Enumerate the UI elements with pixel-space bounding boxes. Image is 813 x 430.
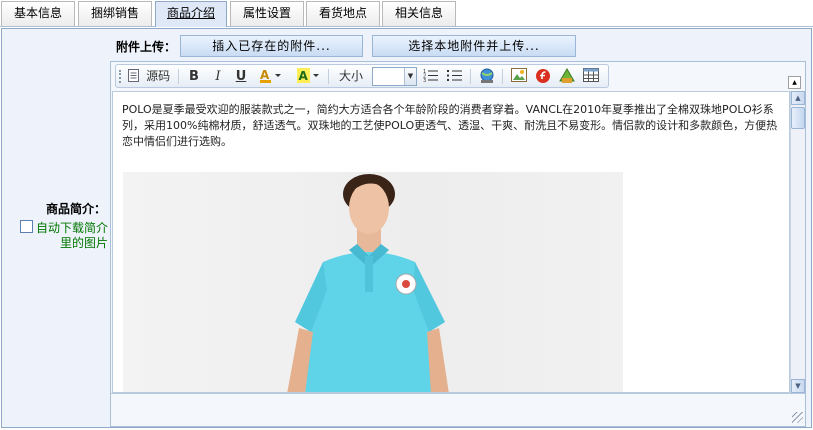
product-photo <box>123 172 623 392</box>
font-size-label: 大小 <box>338 69 363 83</box>
globe-link-icon <box>480 68 494 83</box>
tab-related-info[interactable]: 相关信息 <box>382 1 456 26</box>
tab-bar: 基本信息 捆绑销售 商品介绍 属性设置 看货地点 相关信息 <box>0 0 813 27</box>
upload-label: 附件上传： <box>116 40 177 54</box>
toolbar-separator <box>328 69 329 84</box>
bold-button[interactable]: B <box>186 68 202 85</box>
toolbar-separator <box>178 69 179 84</box>
tab-bundle-sale[interactable]: 捆绑销售 <box>78 1 152 26</box>
editor-statusbar <box>111 393 805 426</box>
toolbar-separator <box>470 69 471 84</box>
insert-flash-button[interactable] <box>534 68 552 85</box>
tab-basic-info[interactable]: 基本信息 <box>1 1 75 26</box>
editor-scrollbar[interactable]: ▲ ▼ <box>790 91 805 393</box>
source-icon <box>128 69 139 82</box>
highlight-icon: A <box>297 68 319 83</box>
scroll-down-button[interactable]: ▼ <box>791 379 805 393</box>
underline-button[interactable]: U <box>233 68 249 85</box>
flash-icon <box>536 69 550 83</box>
auto-download-label: 自动下载简介里的图片 <box>35 221 108 250</box>
source-button[interactable]: 源码 <box>128 68 174 85</box>
upload-local-attachment-button[interactable]: 选择本地附件并上传... <box>372 35 576 57</box>
ordered-list-button[interactable]: 123 <box>422 68 440 85</box>
insert-media-button[interactable] <box>558 68 576 85</box>
svg-text:3: 3 <box>423 78 426 82</box>
auto-download-checkbox[interactable] <box>19 220 33 233</box>
rich-text-editor: 源码 B I U A A 大小 ▼ 123 ▲ POLO是夏季最受欢迎的服装款式… <box>110 61 806 427</box>
label-column: 商品简介： 自动下载简介里的图片 <box>2 29 110 427</box>
scroll-thumb[interactable] <box>791 107 805 129</box>
italic-button[interactable]: I <box>210 68 226 85</box>
media-icon <box>559 68 575 83</box>
collapse-toolbar-button[interactable]: ▲ <box>788 76 801 89</box>
insert-link-button[interactable] <box>478 68 496 85</box>
toolbar-separator <box>502 69 503 84</box>
highlight-color-button[interactable]: A <box>296 68 322 85</box>
unordered-list-icon <box>447 70 462 81</box>
tab-product-intro[interactable]: 商品介绍 <box>155 1 227 27</box>
tab-viewing-location[interactable]: 看货地点 <box>306 1 380 26</box>
font-color-icon: A <box>260 68 281 83</box>
intro-paragraph: POLO是夏季最受欢迎的服装款式之一，简约大方适合各个年龄阶段的消费者穿着。VA… <box>122 103 778 148</box>
table-icon <box>583 68 599 82</box>
editor-content[interactable]: POLO是夏季最受欢迎的服装款式之一，简约大方适合各个年龄阶段的消费者穿着。VA… <box>112 91 790 393</box>
resize-grip-icon[interactable] <box>792 412 803 423</box>
chevron-down-icon[interactable]: ▼ <box>404 68 416 85</box>
tab-attributes[interactable]: 属性设置 <box>230 1 304 26</box>
scroll-up-button[interactable]: ▲ <box>791 91 805 105</box>
upload-row: 附件上传： 插入已存在的附件... 选择本地附件并上传... <box>110 29 811 61</box>
ordered-list-icon: 123 <box>423 69 438 84</box>
svg-text:A: A <box>299 69 309 83</box>
image-icon <box>511 68 527 82</box>
insert-table-button[interactable] <box>582 68 600 85</box>
svg-text:A: A <box>260 68 270 82</box>
toolbar-group: 源码 B I U A A 大小 ▼ 123 <box>115 64 609 88</box>
font-size-select[interactable]: ▼ <box>372 67 417 86</box>
field-label-intro: 商品简介： <box>45 202 106 216</box>
model-image <box>287 174 449 392</box>
source-label: 源码 <box>146 69 171 83</box>
unordered-list-button[interactable] <box>446 68 464 85</box>
insert-existing-attachment-button[interactable]: 插入已存在的附件... <box>180 35 363 57</box>
auto-download-option[interactable]: 自动下载简介里的图片 <box>18 220 108 251</box>
tab-panel: 商品简介： 自动下载简介里的图片 附件上传： 插入已存在的附件... 选择本地附… <box>1 28 812 428</box>
editor-toolbar: 源码 B I U A A 大小 ▼ 123 ▲ <box>111 62 805 91</box>
insert-image-button[interactable] <box>510 68 528 85</box>
font-color-button[interactable]: A <box>258 68 284 85</box>
toolbar-grip[interactable] <box>119 70 123 83</box>
